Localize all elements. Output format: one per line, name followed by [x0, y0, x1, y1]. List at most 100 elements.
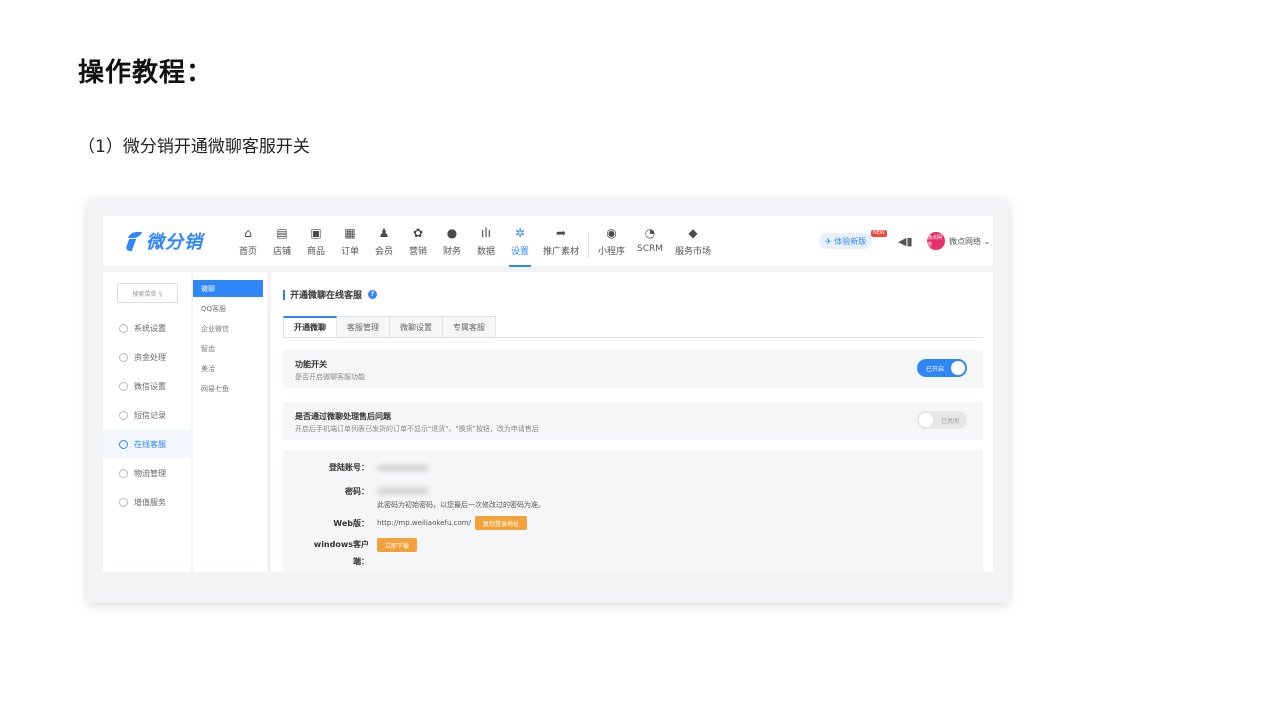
page-title: 操作教程：: [78, 58, 214, 88]
nav-label: 营销: [408, 247, 427, 257]
miniapp-icon: ◉: [606, 226, 617, 240]
main-nav: ⌂ 首页 ▤ 店铺 ▣ 商品 ▦ 订单 ♟ 会员 ✿ 营销 ● 财务 ılı 数据 ✲ 设置 ➦ 推广素材 ◉ 小程序 ◔ S…: [231, 222, 717, 267]
nav-label: 首页: [238, 247, 257, 257]
after-sale-toggle[interactable]: 已关闭: [917, 411, 967, 429]
sidebar-item-logistics[interactable]: 物流管理: [103, 459, 191, 487]
nav-item-home[interactable]: ⌂ 首页: [231, 222, 265, 266]
nav-label: 商品: [306, 247, 325, 257]
market-icon: ◆: [688, 226, 698, 240]
sidebar-item-sms[interactable]: 短信记录: [103, 401, 191, 429]
main-content: 开通微聊在线客服 ? 开通微聊 客服管理 微聊设置 专属客服 功能开关 是否开启微聊客…: [271, 272, 993, 572]
login-account-label: 登陆账号：: [329, 463, 369, 472]
sidebar-item-label: 系统设置: [134, 323, 166, 333]
nav-item-finance[interactable]: ● 财务: [435, 222, 469, 266]
copy-login-url-button[interactable]: 复制登录地址: [475, 516, 528, 530]
subnav-item[interactable]: QQ客服: [193, 300, 263, 317]
data-icon: ılı: [480, 226, 491, 240]
tab-2[interactable]: 客服管理: [337, 316, 390, 338]
sidebar-item-label: 在线客服: [134, 439, 166, 449]
nav-item-store[interactable]: ▤ 店铺: [265, 222, 299, 266]
row-desc: 开启后手机端订单列表已发货的订单不显示"退货"、"换货"按钮，改为申请售后: [295, 425, 539, 433]
new-badge: NEW: [871, 230, 887, 237]
sidebar-item-label: 物流管理: [134, 468, 166, 478]
sidebar-item-label: 短信记录: [134, 410, 166, 420]
sidebar-item-funds[interactable]: 资金处理: [103, 343, 191, 371]
subnav-item[interactable]: 微聊: [193, 280, 263, 297]
value-added-icon: [119, 497, 128, 507]
nav-label: 会员: [374, 247, 393, 257]
nav-label: 订单: [340, 247, 359, 257]
web-url-link[interactable]: http://mp.weiliaokefu.com/: [377, 519, 471, 527]
nav-item-marketing[interactable]: ✿ 营销: [401, 222, 435, 266]
toggle-state: 已开启: [926, 365, 945, 373]
subnav-item[interactable]: 美洽: [193, 360, 263, 377]
section-title: 开通微聊在线客服 ?: [283, 288, 378, 301]
tab-divider: [283, 337, 983, 338]
screenshot-frame: 微分销 ⌂ 首页 ▤ 店铺 ▣ 商品 ▦ 订单 ♟ 会员 ✿ 营销 ● 财务 ılı 数据 ✲ 设置 ➦ 推广素材 ◉ 小…: [87, 200, 1009, 603]
sidebar: 搜索菜单 ⚲ 系统设置资金处理微信设置短信记录在线客服物流管理增值服务: [103, 272, 191, 572]
windows-client-label: windows客户: [313, 540, 369, 549]
logo-text: 微分销: [146, 232, 203, 253]
password-value-redacted: [377, 487, 429, 495]
order-icon: ▦: [344, 226, 356, 240]
nav-item-market[interactable]: ◆ 服务市场: [669, 222, 717, 266]
nav-label: 店铺: [272, 247, 291, 257]
row-title: 是否通过微聊处理售后问题: [295, 412, 391, 421]
sidebar-item-system-settings[interactable]: 系统设置: [103, 314, 191, 342]
account-info-panel: 登陆账号： 密码： 此密码为初始密码，以您最后一次修改过的密码为准。 Web版：…: [283, 450, 983, 572]
sidebar-item-label: 增值服务: [134, 497, 166, 507]
nav-item-miniapp[interactable]: ◉ 小程序: [592, 222, 631, 266]
row-desc: 是否开启微聊客服功能: [295, 373, 365, 381]
system-settings-icon: [119, 323, 128, 333]
nav-label: 财务: [442, 247, 461, 257]
nav-item-share[interactable]: ➦ 推广素材: [537, 222, 585, 266]
nav-item-order[interactable]: ▦ 订单: [333, 222, 367, 266]
store-icon: ▤: [276, 226, 288, 240]
tab-1[interactable]: 开通微聊: [283, 316, 337, 338]
subnav-item[interactable]: 网易七鱼: [193, 380, 263, 397]
sidebar-item-label: 资金处理: [134, 352, 166, 362]
settings-icon: ✲: [514, 226, 526, 240]
subnav-item[interactable]: 企业微信: [193, 320, 263, 337]
nav-label: 小程序: [598, 247, 626, 257]
web-label: Web版：: [333, 519, 369, 528]
user-menu[interactable]: 微点网络 ⌄: [949, 236, 990, 247]
logo[interactable]: 微分销: [125, 228, 203, 254]
scrm-icon: ◔: [644, 226, 656, 240]
tab-3[interactable]: 微聊设置: [390, 316, 443, 338]
member-icon: ♟: [378, 226, 390, 240]
tab-bar: 开通微聊 客服管理 微聊设置 专属客服: [283, 316, 496, 338]
sms-icon: [119, 410, 128, 420]
feature-toggle[interactable]: 已开启: [917, 359, 967, 377]
menu-search-input[interactable]: 搜索菜单 ⚲: [117, 283, 178, 303]
nav-item-settings[interactable]: ✲ 设置: [503, 222, 537, 267]
sidebar-item-wechat-settings[interactable]: 微信设置: [103, 372, 191, 400]
tab-4[interactable]: 专属客服: [443, 316, 496, 338]
nav-item-data[interactable]: ılı 数据: [469, 222, 503, 266]
nav-label: 设置: [510, 247, 529, 257]
download-button[interactable]: 立即下载: [377, 538, 418, 552]
nav-label: 推广素材: [543, 247, 580, 257]
avatar[interactable]: 微点网络: [927, 232, 945, 250]
help-icon[interactable]: ?: [368, 290, 378, 299]
nav-item-scrm[interactable]: ◔ SCRM: [631, 222, 669, 266]
sidebar-item-online-service[interactable]: 在线客服: [103, 430, 191, 458]
goods-icon: ▣: [310, 226, 322, 240]
try-new-version-button[interactable]: ✈ 体验新版: [819, 233, 873, 249]
sidebar-item-label: 微信设置: [134, 381, 166, 391]
subnav-item[interactable]: 智齿: [193, 340, 263, 357]
top-bar: 微分销 ⌂ 首页 ▤ 店铺 ▣ 商品 ▦ 订单 ♟ 会员 ✿ 营销 ● 财务 ılı 数据 ✲ 设置 ➦ 推广素材 ◉ 小…: [103, 216, 993, 267]
toggle-state: 已关闭: [940, 417, 959, 425]
title-accent-bar: [283, 289, 285, 300]
nav-item-goods[interactable]: ▣ 商品: [299, 222, 333, 266]
windows-client-label-2: 端：: [353, 557, 369, 566]
logo-icon: [125, 230, 143, 252]
sidebar-item-value-added[interactable]: 增值服务: [103, 488, 191, 516]
speaker-icon[interactable]: ◀▮: [898, 235, 913, 248]
finance-icon: ●: [446, 226, 458, 240]
row-title: 功能开关: [295, 360, 327, 369]
nav-separator: [588, 232, 590, 258]
nav-item-member[interactable]: ♟ 会员: [367, 222, 401, 266]
share-icon: ➦: [555, 226, 567, 240]
nav-label: 数据: [476, 247, 495, 257]
